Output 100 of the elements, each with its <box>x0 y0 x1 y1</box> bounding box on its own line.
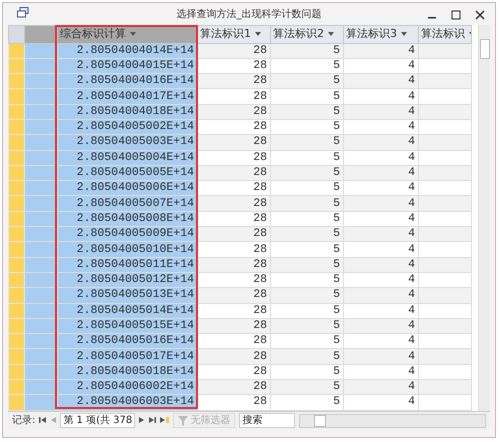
table-cell: 2.80504005005E+14 <box>58 165 198 181</box>
column-header[interactable] <box>24 26 58 43</box>
column-header[interactable]: 算法标识3 <box>344 26 418 43</box>
filter-icon <box>178 416 188 426</box>
table-cell: 2.80504004016E+14 <box>58 74 198 89</box>
table-cell: 28 <box>198 288 270 304</box>
table-cell: 5 <box>270 394 344 410</box>
row-selector[interactable] <box>8 242 24 258</box>
table-cell: 28 <box>198 257 270 272</box>
next-record-icon[interactable] <box>139 416 146 425</box>
row-selector[interactable] <box>8 119 24 135</box>
table-cell: 5 <box>270 134 344 150</box>
table-cell <box>418 226 472 242</box>
table-cell <box>418 380 472 395</box>
column-header[interactable]: 算法标识 <box>418 26 472 43</box>
table-cell: 5 <box>270 43 344 58</box>
row-selector[interactable] <box>8 74 24 89</box>
table-cell: 2.80504005012E+14 <box>58 272 198 288</box>
table-cell: 2.80504004018E+14 <box>58 104 198 120</box>
row-selector[interactable] <box>8 196 24 212</box>
vertical-scrollbar[interactable] <box>478 25 490 411</box>
table-cell: 4 <box>344 150 418 166</box>
table-cell: 2.80504005013E+14 <box>58 288 198 304</box>
row-selector[interactable] <box>8 272 24 288</box>
row-selector[interactable] <box>8 150 24 166</box>
table-cell: 4 <box>344 394 418 410</box>
table-cell: 2.80504005016E+14 <box>58 334 198 349</box>
table-cell: 28 <box>198 134 270 150</box>
row-selector[interactable] <box>8 303 24 318</box>
table-cell <box>418 394 472 410</box>
table-cell <box>418 288 472 304</box>
table-cell: 2.80504005009E+14 <box>58 226 198 242</box>
table-cell: 2.80504004014E+14 <box>58 43 198 58</box>
row-selector[interactable] <box>8 211 24 227</box>
row-selector[interactable] <box>8 257 24 272</box>
row-selector[interactable] <box>8 394 24 410</box>
table-cell: 4 <box>344 74 418 89</box>
row-selector[interactable] <box>8 58 24 74</box>
table-cell: 2.80504005004E+14 <box>58 150 198 166</box>
table-cell: 28 <box>198 242 270 258</box>
new-record-icon[interactable] <box>160 416 170 425</box>
table-cell: 2.80504005015E+14 <box>58 318 198 334</box>
table-cell: 2.80504005011E+14 <box>58 257 198 272</box>
row-selector[interactable] <box>8 43 24 58</box>
row-selector[interactable] <box>8 318 24 334</box>
table-cell <box>418 165 472 181</box>
table-cell: 5 <box>270 303 344 318</box>
table-cell: 2.80504006002E+14 <box>58 380 198 395</box>
table-cell: 5 <box>270 318 344 334</box>
table-cell: 28 <box>198 74 270 89</box>
corner-cell[interactable] <box>8 26 24 43</box>
table-cell: 2.80504004015E+14 <box>58 58 198 74</box>
row-selector[interactable] <box>8 364 24 380</box>
table-cell <box>418 303 472 318</box>
close-icon <box>475 10 485 20</box>
table-cell: 2.80504004017E+14 <box>58 88 198 104</box>
row-selector[interactable] <box>8 180 24 196</box>
first-record-icon[interactable] <box>39 416 46 425</box>
row-selector[interactable] <box>8 226 24 242</box>
row-selector[interactable] <box>8 334 24 349</box>
column-header[interactable]: 算法标识2 <box>270 26 344 43</box>
row-selector[interactable] <box>8 88 24 104</box>
row-selector[interactable] <box>8 288 24 304</box>
column-header[interactable]: 算法标识1 <box>198 26 270 43</box>
row-selector[interactable] <box>8 134 24 150</box>
table-cell: 5 <box>270 104 344 120</box>
table-cell: 4 <box>344 43 418 58</box>
table-cell: 2.80504005014E+14 <box>58 303 198 318</box>
table-cell: 4 <box>344 88 418 104</box>
row-selector[interactable] <box>8 104 24 120</box>
minimize-icon <box>428 16 436 19</box>
table-cell: 4 <box>344 165 418 181</box>
table-cell: 28 <box>198 226 270 242</box>
table-cell: 28 <box>198 88 270 104</box>
table-cell: 4 <box>344 104 418 120</box>
table-cell: 5 <box>270 226 344 242</box>
table-cell <box>418 242 472 258</box>
table-cell: 28 <box>198 394 270 410</box>
table-cell: 5 <box>270 380 344 395</box>
table-cell <box>418 74 472 89</box>
table-cell: 2.80504005008E+14 <box>58 211 198 227</box>
table-cell: 28 <box>198 196 270 212</box>
record-position-field[interactable]: 第 1 项(共 378 <box>60 413 136 428</box>
last-record-icon[interactable] <box>149 416 156 425</box>
table-cell: 28 <box>198 165 270 181</box>
table-cell: 4 <box>344 257 418 272</box>
record-label: 记录: <box>12 414 36 428</box>
horizontal-scrollbar[interactable] <box>299 414 486 428</box>
table-cell: 5 <box>270 196 344 212</box>
table-cell: 5 <box>270 257 344 272</box>
table-cell: 4 <box>344 348 418 364</box>
table-cell: 2.80504005003E+14 <box>58 134 198 150</box>
table-cell <box>418 134 472 150</box>
row-selector[interactable] <box>8 380 24 395</box>
row-selector[interactable] <box>8 165 24 181</box>
search-field[interactable]: 搜索 <box>239 413 296 428</box>
table-cell: 28 <box>198 150 270 166</box>
row-selector[interactable] <box>8 348 24 364</box>
table-cell <box>418 257 472 272</box>
table-cell: 28 <box>198 303 270 318</box>
